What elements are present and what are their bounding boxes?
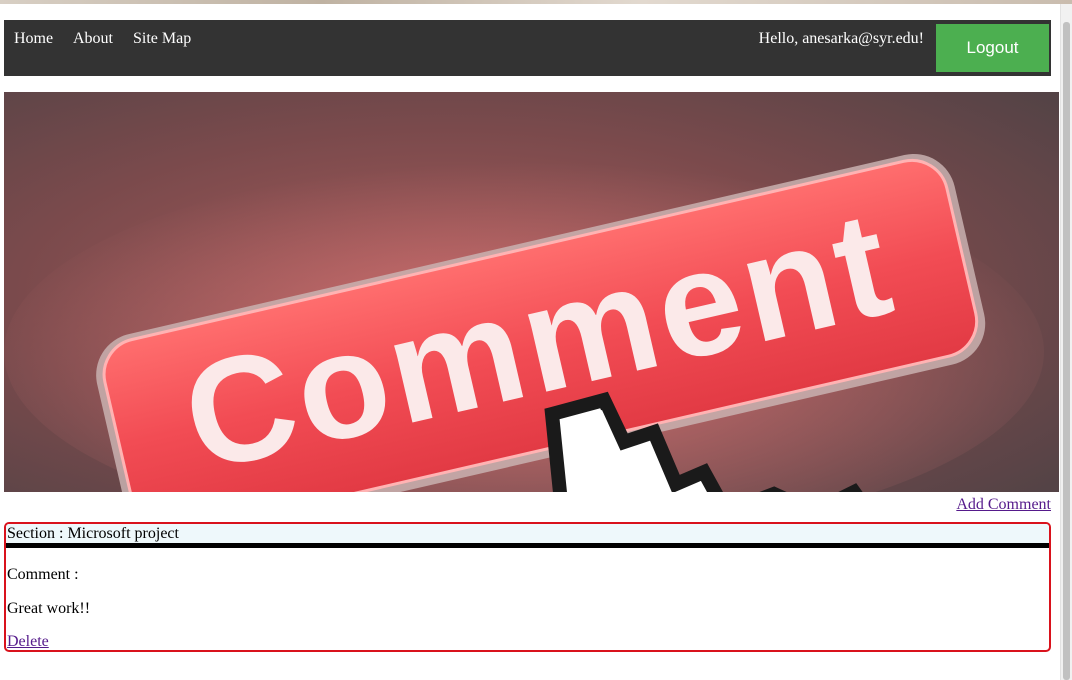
user-greeting: Hello, anesarka@syr.edu! [758,30,924,47]
comment-text: Great work!! [7,600,91,617]
comment-card: Section : Microsoft project Comment : Gr… [4,522,1051,652]
logout-button[interactable]: Logout [936,24,1049,72]
nav-home-link[interactable]: Home [14,29,53,49]
nav-sitemap-link[interactable]: Site Map [133,29,191,49]
nav-about-link[interactable]: About [73,29,113,49]
vertical-scrollbar[interactable] [1060,4,1072,680]
scrollbar-thumb[interactable] [1063,22,1070,680]
comment-section-header: Section : Microsoft project [6,524,1049,548]
top-edge-strip [0,0,1072,4]
comment-label: Comment : [7,566,79,583]
delete-comment-link[interactable]: Delete [7,632,49,650]
comment-banner-image: Comment [4,92,1059,492]
top-navbar: Home About Site Map Hello, anesarka@syr.… [4,20,1051,76]
add-comment-link[interactable]: Add Comment [956,495,1051,515]
